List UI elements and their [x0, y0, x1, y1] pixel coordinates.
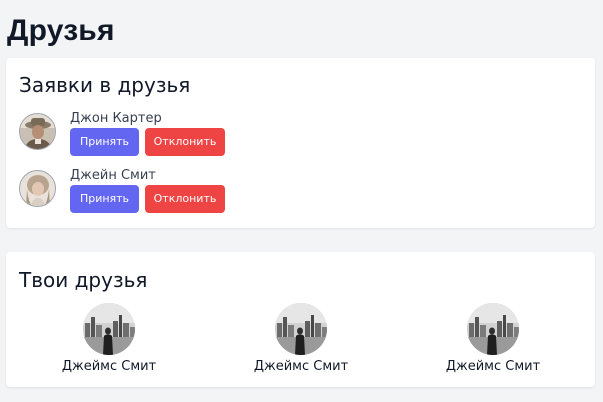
city-skyline-photo-icon	[275, 303, 327, 355]
avatar[interactable]	[275, 303, 327, 355]
friend-requests-card: Заявки в друзья Джон Картер Принять Откл…	[6, 58, 595, 228]
request-name: Джон Картер	[70, 111, 162, 126]
avatar[interactable]	[83, 303, 135, 355]
accept-button[interactable]: Принять	[70, 185, 139, 213]
avatar[interactable]	[467, 303, 519, 355]
city-skyline-photo-icon	[83, 303, 135, 355]
friend-name: Джеймс Смит	[253, 359, 349, 374]
friend-item[interactable]: Джеймс Смит	[433, 303, 553, 378]
friend-name: Джеймс Смит	[445, 359, 541, 374]
friend-name: Джеймс Смит	[61, 359, 157, 374]
friend-item[interactable]: Джеймс Смит	[49, 303, 169, 378]
friend-requests-title: Заявки в друзья	[19, 73, 191, 97]
avatar[interactable]	[19, 113, 56, 150]
decline-button[interactable]: Отклонить	[145, 185, 225, 213]
woman-portrait-icon	[20, 171, 55, 206]
decline-button[interactable]: Отклонить	[145, 128, 225, 156]
page-title: Друзья	[7, 14, 115, 47]
your-friends-card: Твои друзья Джеймс Смит Джеймс Смит Джей…	[6, 252, 595, 387]
request-name: Джейн Смит	[70, 168, 156, 183]
friend-request-row: Джейн Смит Принять Отклонить	[19, 168, 419, 213]
city-skyline-photo-icon	[467, 303, 519, 355]
accept-button[interactable]: Принять	[70, 128, 139, 156]
friends-page: Друзья Заявки в друзья Джон Картер Приня…	[0, 0, 603, 402]
friend-item[interactable]: Джеймс Смит	[241, 303, 361, 378]
your-friends-title: Твои друзья	[19, 268, 148, 292]
man-with-hat-portrait-icon	[20, 114, 55, 149]
friend-request-row: Джон Картер Принять Отклонить	[19, 111, 419, 156]
avatar[interactable]	[19, 170, 56, 207]
